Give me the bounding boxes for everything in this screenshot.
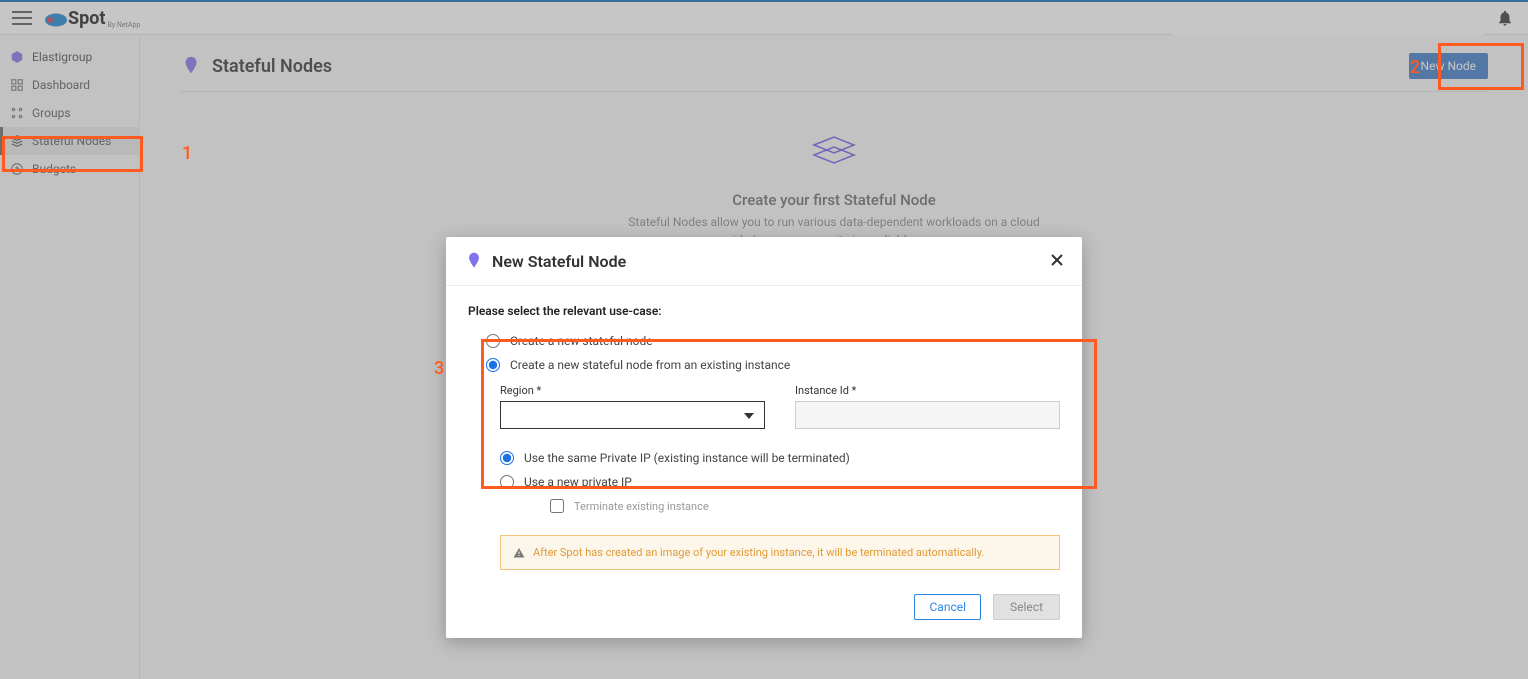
cancel-button[interactable]: Cancel <box>914 594 981 620</box>
modal-icon <box>464 251 484 271</box>
annotation-number-2: 2 <box>1410 57 1420 78</box>
checkbox-terminate-label: Terminate existing instance <box>574 500 709 513</box>
warning-text: After Spot has created an image of your … <box>533 546 984 559</box>
radio-create-new-label: Create a new stateful node <box>510 334 653 348</box>
radio-same-ip-label: Use the same Private IP (existing instan… <box>524 451 850 465</box>
radio-same-ip-input[interactable] <box>500 451 514 465</box>
region-label: Region * <box>500 384 765 397</box>
radio-new-ip-label: Use a new private IP <box>524 475 632 489</box>
radio-new-ip[interactable]: Use a new private IP <box>500 475 1060 489</box>
checkbox-terminate-input[interactable] <box>550 499 564 513</box>
radio-from-existing-label: Create a new stateful node from an exist… <box>510 358 790 372</box>
radio-from-existing[interactable]: Create a new stateful node from an exist… <box>486 358 1060 372</box>
radio-create-new-input[interactable] <box>486 334 500 348</box>
warning-banner: After Spot has created an image of your … <box>500 535 1060 570</box>
region-select[interactable] <box>500 401 765 429</box>
select-button[interactable]: Select <box>993 594 1060 620</box>
instance-id-input[interactable] <box>795 401 1060 429</box>
close-icon[interactable] <box>1050 252 1064 271</box>
instance-id-label: Instance Id * <box>795 384 1060 397</box>
radio-create-new[interactable]: Create a new stateful node <box>486 334 1060 348</box>
checkbox-terminate[interactable]: Terminate existing instance <box>550 499 1060 513</box>
modal-title: New Stateful Node <box>492 252 626 271</box>
modal-prompt: Please select the relevant use-case: <box>468 304 1060 318</box>
modal-header: New Stateful Node <box>446 237 1082 286</box>
radio-new-ip-input[interactable] <box>500 475 514 489</box>
warning-icon <box>513 547 525 559</box>
annotation-number-3: 3 <box>434 358 444 379</box>
radio-from-existing-input[interactable] <box>486 358 500 372</box>
new-stateful-node-modal: New Stateful Node Please select the rele… <box>446 237 1082 638</box>
annotation-number-1: 1 <box>182 143 192 164</box>
radio-same-ip[interactable]: Use the same Private IP (existing instan… <box>500 451 1060 465</box>
